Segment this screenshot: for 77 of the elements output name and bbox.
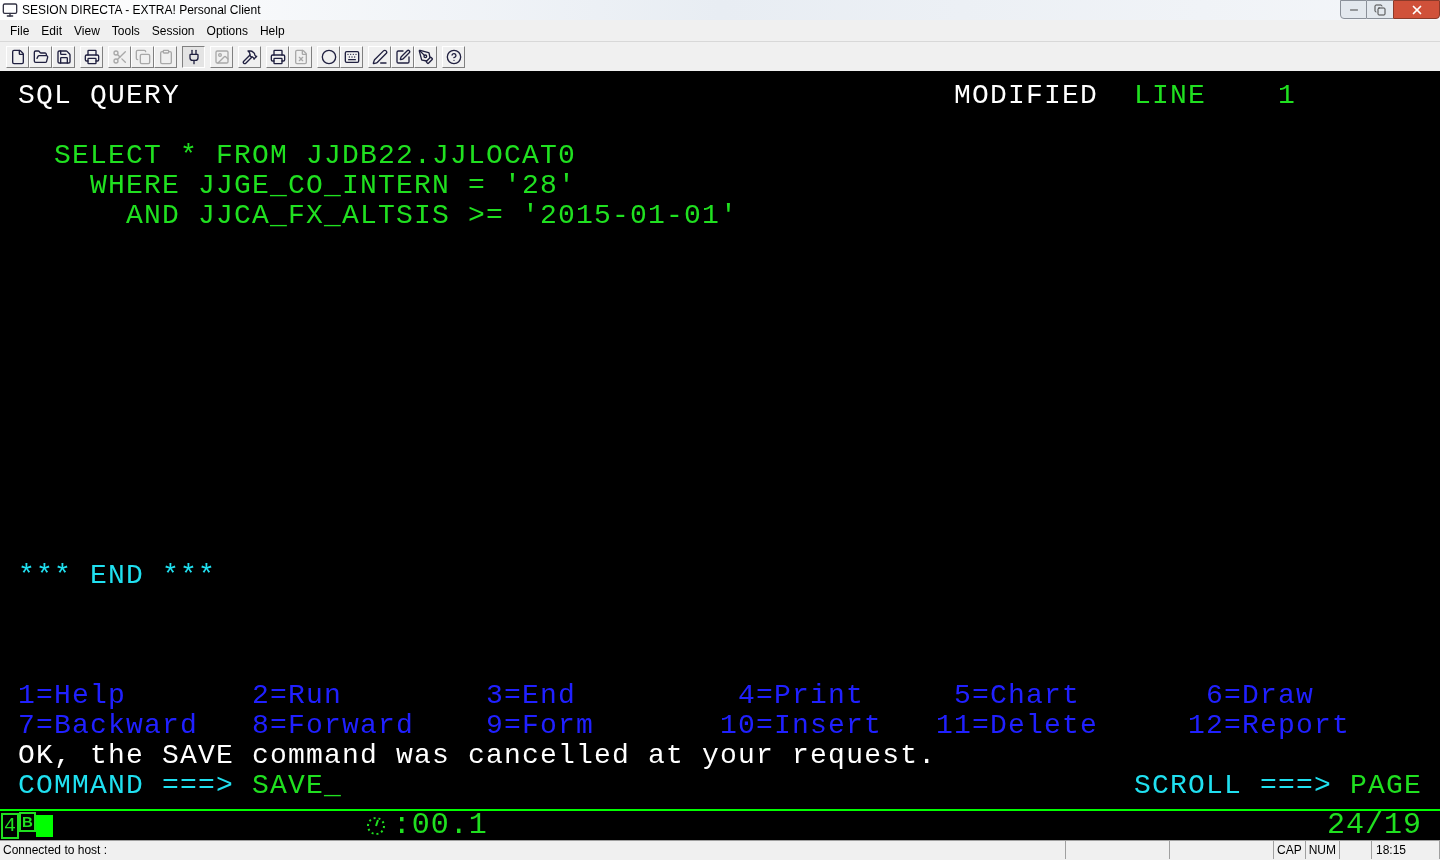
terminal-text: ===>: [162, 771, 234, 801]
terminal-text: 2=Run: [252, 681, 342, 711]
maximize-button[interactable]: [1367, 0, 1393, 19]
terminal-text: 6=Draw: [1206, 681, 1314, 711]
terminal-text: WHERE JJGE_CO_INTERN = '28': [90, 171, 576, 201]
mode-indicator: B: [19, 812, 36, 832]
scissors-icon: [111, 48, 128, 65]
pen-tool-icon: [417, 48, 434, 65]
menu-item[interactable]: Session: [145, 21, 201, 40]
printer-icon: [83, 48, 100, 65]
terminal-text: 1=Help: [18, 681, 126, 711]
new-file-icon: [9, 48, 26, 65]
minimize-button[interactable]: [1340, 0, 1367, 19]
terminal-text: ===>: [1260, 771, 1332, 801]
plug-button[interactable]: [182, 45, 205, 68]
form-edit-icon: [394, 48, 411, 65]
folder-icon: [32, 48, 49, 65]
menu-item[interactable]: File: [4, 21, 36, 40]
status-indicator: NUM: [1305, 841, 1340, 859]
menu-item[interactable]: Edit: [35, 21, 69, 40]
terminal-text: AND JJCA_FX_ALTSIS >= '2015-01-01': [126, 201, 738, 231]
terminal-text: 11=Delete: [936, 711, 1098, 741]
clock-icon: [364, 814, 387, 837]
pen-tool-button[interactable]: [414, 45, 437, 68]
folder-button[interactable]: [29, 45, 52, 68]
terminal-text: 10=Insert: [720, 711, 882, 741]
terminal-text: 9=Form: [486, 711, 594, 741]
status-message: Connected to host :: [0, 841, 1066, 859]
restore-icon: [1374, 3, 1386, 16]
timer-text: :00.1: [392, 807, 488, 844]
terminal-text: 7=Backward: [18, 711, 198, 741]
terminal-text: 1: [1278, 81, 1296, 111]
menu-item[interactable]: View: [68, 21, 106, 40]
terminal-text: OK, the SAVE command was cancelled at your request.: [18, 741, 936, 771]
menu-item[interactable]: Help: [253, 21, 291, 40]
help-button[interactable]: [442, 45, 465, 68]
page-icon: [292, 48, 309, 65]
floppy-disk-button[interactable]: [52, 45, 75, 68]
status-indicator: CAP: [1274, 841, 1306, 859]
terminal-text: SCROLL: [1134, 771, 1242, 801]
keyboard-button[interactable]: [340, 45, 363, 68]
keyboard-icon: [343, 48, 360, 65]
printer-button[interactable]: [266, 45, 289, 68]
clipboard-icon: [157, 48, 174, 65]
session-indicator: 4: [1, 812, 19, 839]
terminal-text: SAVE_: [252, 771, 342, 801]
cursor-position: 24/19: [1327, 807, 1422, 844]
pen-icon: [371, 48, 388, 65]
copy-icon: [134, 48, 151, 65]
terminal-text: SELECT * FROM JJDB22.JJLOCAT0: [54, 141, 576, 171]
close-button[interactable]: [1393, 0, 1440, 19]
terminal-text: 5=Chart: [954, 681, 1080, 711]
terminal-text: SQL QUERY: [18, 81, 180, 111]
window-title: SESION DIRECTA - EXTRA! Personal Client: [22, 2, 261, 19]
printer-button[interactable]: [80, 45, 103, 68]
hammer-icon: [241, 48, 258, 65]
terminal-app-icon: [2, 2, 18, 18]
terminal-text: 4=Print: [738, 681, 864, 711]
terminal-text: 12=Report: [1188, 711, 1350, 741]
pen-button[interactable]: [368, 45, 391, 68]
printer-icon: [269, 48, 286, 65]
terminal-text: *** END ***: [18, 561, 216, 591]
form-edit-button[interactable]: [391, 45, 414, 68]
cursor-block: [35, 814, 53, 837]
terminal-text: PAGE: [1350, 771, 1422, 801]
new-file-button[interactable]: [6, 45, 29, 68]
menu-item[interactable]: Options: [200, 21, 254, 40]
help-icon: [445, 48, 462, 65]
image-icon: [213, 48, 230, 65]
terminal-text: COMMAND: [18, 771, 144, 801]
terminal-text: 3=End: [486, 681, 576, 711]
menu-item[interactable]: Tools: [105, 21, 146, 40]
terminal-text: MODIFIED: [954, 81, 1098, 111]
status-indicator: 18:15: [1373, 841, 1440, 859]
hammer-button[interactable]: [238, 45, 261, 68]
terminal-text: 8=Forward: [252, 711, 414, 741]
terminal-text: LINE: [1134, 81, 1206, 111]
